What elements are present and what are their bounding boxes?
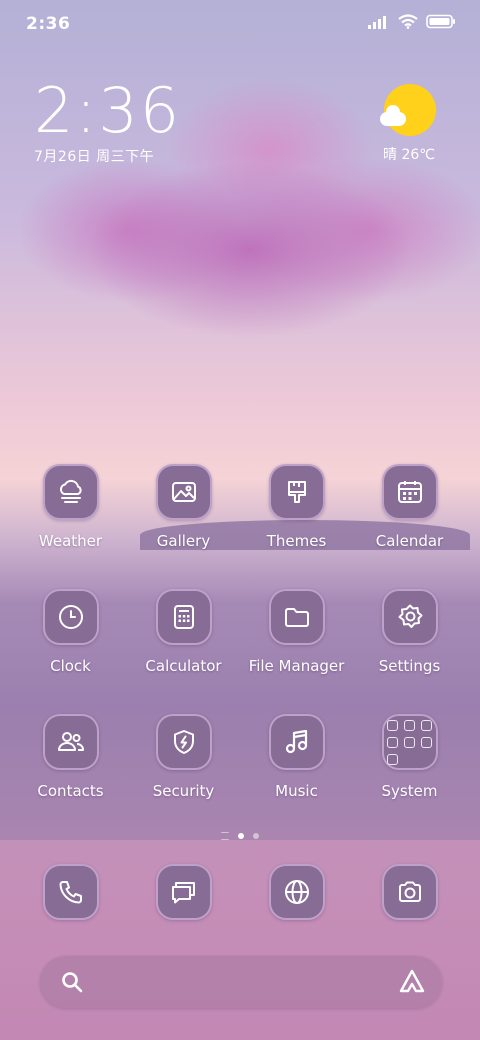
sun-cloud-icon xyxy=(380,84,436,136)
clock-widget[interactable]: 2:36 7月26日 周三下午 xyxy=(34,78,181,166)
page-dot xyxy=(253,833,259,839)
calendar-icon xyxy=(381,464,438,520)
clock-icon xyxy=(42,589,99,645)
app-label: Weather xyxy=(38,532,103,550)
app-security[interactable]: Security xyxy=(127,714,240,800)
clock-widget-time: 2:36 xyxy=(34,74,182,147)
shield-icon xyxy=(155,714,212,770)
browser-icon xyxy=(268,864,325,920)
page-indicator[interactable] xyxy=(0,832,480,840)
app-label: Gallery xyxy=(156,532,211,550)
status-time: 2:36 xyxy=(26,14,71,34)
app-themes[interactable]: Themes xyxy=(240,464,353,550)
app-settings[interactable]: Settings xyxy=(353,589,466,675)
dock-phone[interactable] xyxy=(14,864,127,920)
gear-icon xyxy=(381,589,438,645)
clock-widget-date: 7月26日 周三下午 xyxy=(34,149,155,165)
search-icon xyxy=(62,972,83,993)
app-label: Clock xyxy=(50,657,91,675)
wifi-icon xyxy=(398,14,418,29)
signal-icon xyxy=(368,15,386,29)
folder-icon xyxy=(268,589,325,645)
app-label: Music xyxy=(275,782,318,800)
app-clock[interactable]: Clock xyxy=(14,589,127,675)
weather-icon xyxy=(42,464,99,520)
assistant-icon[interactable] xyxy=(398,968,426,996)
app-label: Settings xyxy=(378,657,441,675)
app-label: Security xyxy=(152,782,215,800)
page-dot-current xyxy=(238,833,244,839)
weather-widget[interactable]: 晴 26℃ xyxy=(374,84,444,164)
search-bar[interactable] xyxy=(40,956,442,1008)
status-bar: 2:36 xyxy=(0,0,480,52)
dock-browser[interactable] xyxy=(240,864,353,920)
app-calculator[interactable]: Calculator xyxy=(127,589,240,675)
app-label: System xyxy=(381,782,438,800)
music-icon xyxy=(268,714,325,770)
app-contacts[interactable]: Contacts xyxy=(14,714,127,800)
app-label: Themes xyxy=(266,532,327,550)
app-label: Calculator xyxy=(145,657,222,675)
app-system-folder[interactable]: System xyxy=(353,714,466,800)
app-gallery[interactable]: Gallery xyxy=(127,464,240,550)
app-weather[interactable]: Weather xyxy=(14,464,127,550)
themes-icon xyxy=(268,464,325,520)
calculator-icon xyxy=(155,589,212,645)
app-label: File Manager xyxy=(248,657,345,675)
weather-widget-text: 晴 26℃ xyxy=(383,147,435,163)
app-label: Calendar xyxy=(375,532,444,550)
page-list-indicator xyxy=(221,832,229,840)
contacts-icon xyxy=(42,714,99,770)
gallery-icon xyxy=(155,464,212,520)
app-calendar[interactable]: Calendar xyxy=(353,464,466,550)
dock-camera[interactable] xyxy=(353,864,466,920)
app-file-manager[interactable]: File Manager xyxy=(240,589,353,675)
battery-icon xyxy=(426,14,455,29)
system-folder-icon xyxy=(381,714,438,770)
app-music[interactable]: Music xyxy=(240,714,353,800)
app-label: Contacts xyxy=(37,782,104,800)
messages-icon xyxy=(155,864,212,920)
phone-icon xyxy=(42,864,99,920)
camera-icon xyxy=(381,864,438,920)
dock-messages[interactable] xyxy=(127,864,240,920)
status-icons xyxy=(368,14,456,29)
